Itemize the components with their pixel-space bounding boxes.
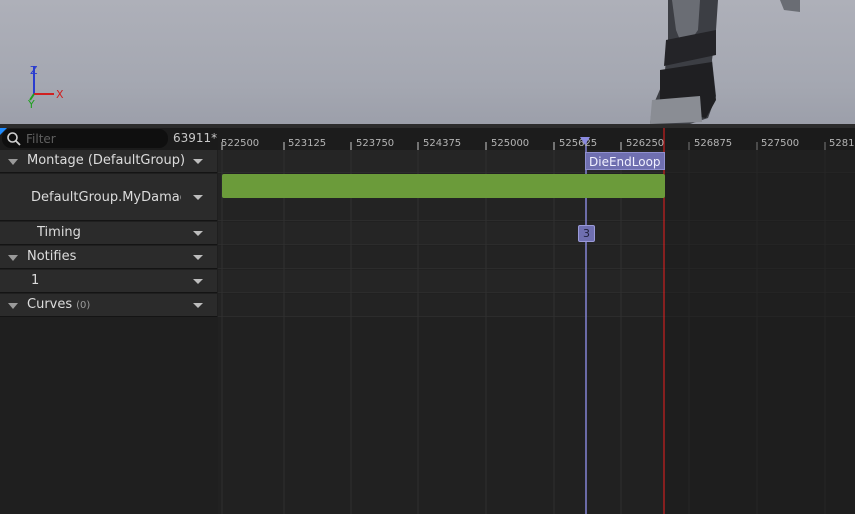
gizmo-x-label: X xyxy=(56,88,64,101)
character-foot xyxy=(650,0,800,124)
expand-arrow-icon[interactable] xyxy=(8,303,18,309)
track-label: Notifies xyxy=(27,249,77,264)
track-notifies[interactable]: Notifies xyxy=(0,246,217,269)
dropdown-arrow-icon[interactable] xyxy=(193,303,203,308)
track-label: DefaultGroup.MyDamageS xyxy=(31,190,181,205)
tick-label: 525000 xyxy=(491,138,530,149)
tick-label: 523750 xyxy=(356,138,395,149)
tick-label: 527500 xyxy=(761,138,800,149)
track-label: Timing xyxy=(37,225,81,240)
search-icon xyxy=(7,132,21,146)
dropdown-arrow-icon[interactable] xyxy=(193,195,203,200)
track-label: Montage (DefaultGroup) xyxy=(27,153,186,168)
track-timing[interactable]: Timing xyxy=(0,222,217,245)
track-montage[interactable]: Montage (DefaultGroup) xyxy=(0,150,217,173)
filter-input[interactable] xyxy=(26,130,162,147)
tick-label: 526250 xyxy=(626,138,665,149)
tick-label: 5281 xyxy=(829,138,855,149)
dropdown-arrow-icon[interactable] xyxy=(193,159,203,164)
tick-label: 523125 xyxy=(288,138,327,149)
axis-gizmo: Z X Y xyxy=(27,64,64,110)
dropdown-arrow-icon[interactable] xyxy=(193,279,203,284)
montage-section-bar[interactable] xyxy=(222,174,665,198)
section-label[interactable]: DieEndLoop xyxy=(585,152,665,170)
track-label: 1 xyxy=(31,273,40,288)
gizmo-y-label: Y xyxy=(27,98,35,110)
viewport[interactable]: Z X Y xyxy=(0,0,855,124)
track-curves[interactable]: Curves (0) xyxy=(0,294,217,317)
track-notify-1[interactable]: 1 xyxy=(0,270,217,293)
curves-count: (0) xyxy=(76,300,91,311)
playhead-handle[interactable] xyxy=(580,137,590,145)
expand-arrow-icon[interactable] xyxy=(8,255,18,261)
track-slot[interactable]: DefaultGroup.MyDamageS xyxy=(0,174,217,221)
notify-marker[interactable]: 3 xyxy=(578,225,595,242)
expand-arrow-icon[interactable] xyxy=(8,159,18,165)
tick-label: 524375 xyxy=(423,138,462,149)
dropdown-arrow-icon[interactable] xyxy=(193,231,203,236)
filter-row: 63911* xyxy=(0,128,218,150)
frame-readout: 63911* xyxy=(173,131,218,145)
track-list: 63911* Montage (DefaultGroup) DefaultGro… xyxy=(0,128,218,514)
timeline[interactable]: 522500 523125 523750 524375 525000 52562… xyxy=(218,128,855,514)
filter-box[interactable] xyxy=(2,129,168,148)
track-label: Curves (0) xyxy=(27,297,90,312)
tick-label: 522500 xyxy=(221,138,260,149)
dropdown-arrow-icon[interactable] xyxy=(193,255,203,260)
tick-label: 525625 xyxy=(559,138,598,149)
tick-label: 526875 xyxy=(694,138,733,149)
curves-label: Curves xyxy=(27,297,73,312)
gizmo-z-label: Z xyxy=(30,64,38,77)
